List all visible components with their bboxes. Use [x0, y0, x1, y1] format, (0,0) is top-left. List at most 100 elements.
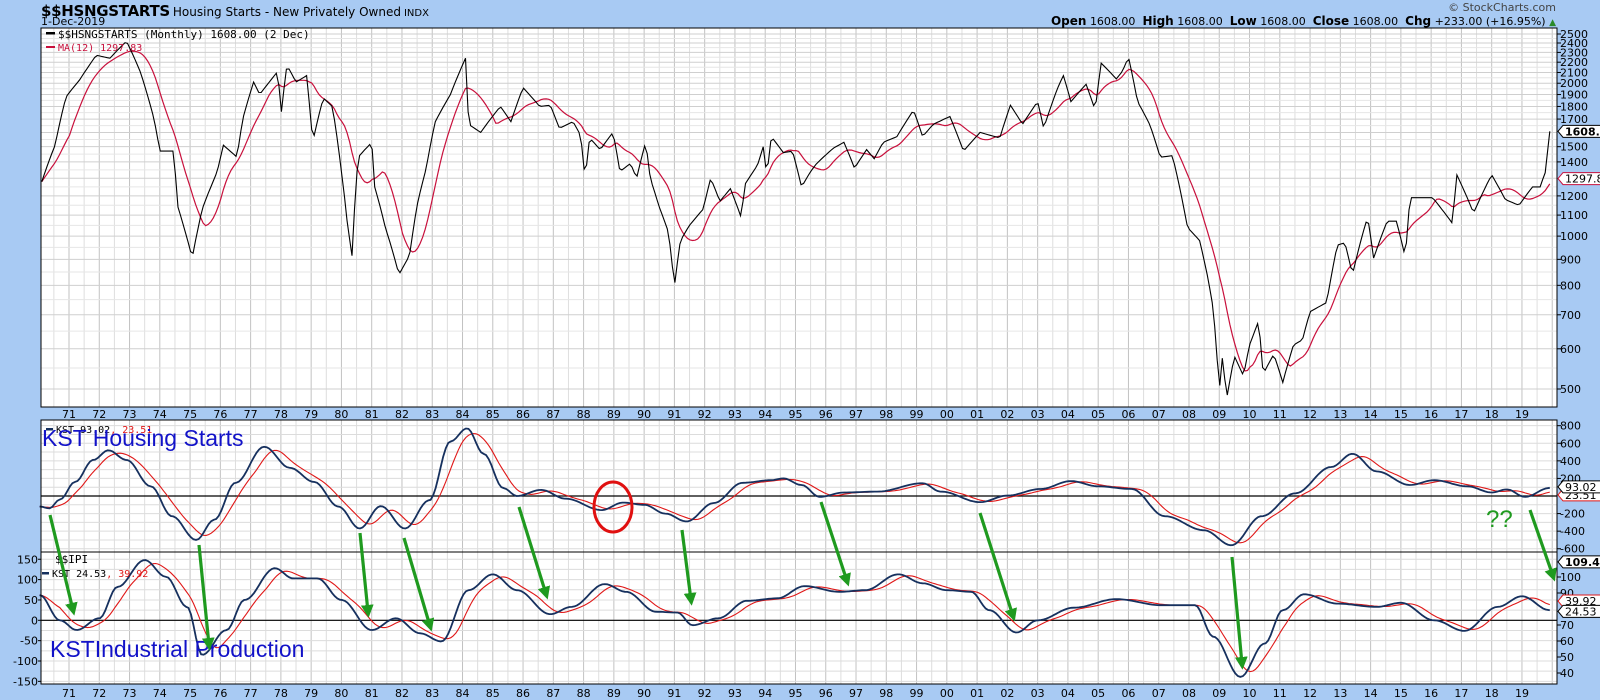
x-tick-label: 01	[970, 687, 984, 700]
x-tick-label: 78	[274, 408, 288, 421]
x-tick-label: 97	[849, 687, 863, 700]
kst-ip-legend-swatch	[42, 572, 49, 575]
x-tick-label: 13	[1333, 687, 1347, 700]
x-tick-label: 17	[1454, 408, 1468, 421]
x-tick-label: 09	[1212, 408, 1226, 421]
price-axis-label: 900	[1560, 253, 1581, 266]
x-tick-label: 13	[1333, 408, 1347, 421]
kst-industrial-production-annotation: KSTIndustrial Production	[50, 636, 304, 662]
price-axis-label: 1400	[1560, 156, 1588, 169]
x-tick-label: 19	[1515, 408, 1529, 421]
kst-industrial-left-label: -150	[13, 675, 38, 688]
x-tick-label: 05	[1091, 408, 1105, 421]
price-axis-label: 1200	[1560, 190, 1588, 203]
x-tick-label: 80	[334, 687, 348, 700]
chart-canvas: 71 71 72 72 73 73 74 74 75 75 76 76 77 77 78 78 79 79 80 80…	[13, 27, 1600, 700]
x-tick-label: 81	[365, 408, 379, 421]
x-tick-label: 74	[153, 408, 167, 421]
x-tick-label: 92	[698, 408, 712, 421]
kst-industrial-left-label: 150	[17, 553, 38, 566]
price-axis-label: 1100	[1560, 209, 1588, 222]
kst-housing-starts-annotation: KST Housing Starts	[42, 425, 244, 451]
x-tick-label: 82	[395, 408, 409, 421]
price-axis-label: 800	[1560, 279, 1581, 292]
price-axis-label: 1500	[1560, 141, 1588, 154]
x-tick-label: 03	[1031, 687, 1045, 700]
ma-value-tag-text: 1297.83	[1565, 173, 1600, 186]
x-tick-label: 72	[92, 408, 106, 421]
x-tick-label: 81	[365, 687, 379, 700]
x-tick-label: 87	[546, 687, 560, 700]
price-axis-label: 1800	[1560, 100, 1588, 113]
x-tick-label: 03	[1031, 408, 1045, 421]
ipi-axis-label: 40	[1560, 667, 1574, 680]
x-tick-label: 02	[1000, 408, 1014, 421]
ma-value-tag: 1297.83	[1557, 172, 1600, 186]
x-tick-label: 83	[425, 408, 439, 421]
x-tick-label: 97	[849, 408, 863, 421]
ipi-value-tag: 109.43	[1557, 555, 1600, 569]
x-tick-label: 10	[1243, 408, 1257, 421]
x-tick-label: 76	[213, 408, 227, 421]
x-tick-label: 90	[637, 408, 651, 421]
kst-industrial-left-label: -100	[13, 655, 38, 668]
x-tick-label: 85	[486, 408, 500, 421]
x-tick-label: 92	[698, 687, 712, 700]
x-tick-label: 18	[1485, 687, 1499, 700]
x-tick-label: 90	[637, 687, 651, 700]
ipi-value-tag-text: 109.43	[1565, 556, 1600, 569]
price-axis-label: 1700	[1560, 113, 1588, 126]
x-tick-label: 85	[486, 687, 500, 700]
x-tick-label: 75	[183, 408, 197, 421]
price-axis-label: 700	[1560, 309, 1581, 322]
kst-industrial-value-tag-text: 24.53	[1565, 605, 1597, 618]
x-tick-label: 09	[1212, 687, 1226, 700]
x-tick-label: 71	[62, 687, 76, 700]
x-tick-label: 86	[516, 408, 530, 421]
kst-housing-axis-label: -400	[1560, 525, 1585, 538]
x-tick-label: 96	[819, 408, 833, 421]
kst-housing-axis-label: -600	[1560, 543, 1585, 556]
x-tick-label: 82	[395, 687, 409, 700]
x-tick-label: 12	[1303, 687, 1317, 700]
x-tick-label: 73	[123, 687, 137, 700]
x-tick-label: 12	[1303, 408, 1317, 421]
x-tick-label: 18	[1485, 408, 1499, 421]
x-tick-label: 14	[1364, 408, 1378, 421]
price-axis-label: 1000	[1560, 230, 1588, 243]
x-tick-label: 99	[910, 408, 924, 421]
x-tick-label: 01	[970, 408, 984, 421]
x-tick-label: 04	[1061, 687, 1075, 700]
kst-housing-value-tag: 93.02	[1557, 480, 1600, 494]
question-annotation: ??	[1486, 506, 1513, 533]
x-tick-label: 15	[1394, 408, 1408, 421]
x-tick-label: 72	[92, 687, 106, 700]
x-tick-label: 91	[667, 687, 681, 700]
kst-industrial-left-label: 0	[31, 614, 38, 627]
x-tick-label: 89	[607, 408, 621, 421]
x-tick-label: 96	[819, 687, 833, 700]
x-tick-label: 86	[516, 687, 530, 700]
x-tick-label: 94	[758, 408, 772, 421]
kst-housing-axis-label: 800	[1560, 420, 1581, 433]
x-tick-label: 84	[456, 408, 470, 421]
x-tick-label: 19	[1515, 687, 1529, 700]
x-tick-label: 07	[1152, 687, 1166, 700]
x-tick-label: 83	[425, 687, 439, 700]
x-tick-label: 08	[1182, 687, 1196, 700]
x-tick-label: 80	[334, 408, 348, 421]
kst-housing-axis-label: -200	[1560, 508, 1585, 521]
ipi-axis-label: 70	[1560, 619, 1574, 632]
ipi-axis-label: 50	[1560, 651, 1574, 664]
x-tick-label: 71	[62, 408, 76, 421]
kst-industrial-left-label: 100	[17, 574, 38, 587]
x-tick-label: 04	[1061, 408, 1075, 421]
x-tick-label: 16	[1424, 687, 1438, 700]
x-tick-label: 06	[1121, 408, 1135, 421]
x-tick-label: 91	[667, 408, 681, 421]
price-legend-swatch	[46, 32, 55, 35]
x-tick-label: 84	[456, 687, 470, 700]
x-tick-label: 95	[788, 687, 802, 700]
kst-housing-value-tag-text: 93.02	[1565, 481, 1597, 494]
price-panel	[41, 28, 1557, 407]
